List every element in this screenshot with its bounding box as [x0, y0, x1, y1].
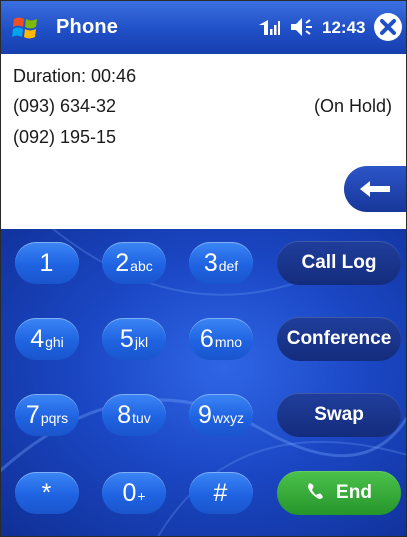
call-log-button[interactable]: Call Log [277, 241, 401, 285]
call-status-1: (On Hold) [313, 96, 392, 116]
call-duration: Duration: 00:46 [13, 66, 137, 86]
key-2[interactable]: 2abc [102, 242, 166, 284]
key-star[interactable]: * [15, 472, 79, 514]
key-6[interactable]: 6mno [189, 318, 253, 360]
signal-icon[interactable] [256, 15, 280, 39]
call-info-panel: Duration: 00:46 (093) 634-32 (On Hold) (… [1, 54, 406, 229]
call-number-1: (093) 634-32 [13, 96, 117, 116]
key-0[interactable]: 0+ [102, 472, 166, 514]
key-5[interactable]: 5jkl [102, 318, 166, 360]
key-8[interactable]: 8tuv [102, 394, 166, 436]
app-title: Phone [56, 16, 119, 38]
key-9[interactable]: 9wxyz [189, 394, 253, 436]
dial-keypad: 1 2abc 3def Call Log 4ghi 5jkl 6mno Conf… [1, 229, 406, 536]
title-bar: Phone 12:43 [1, 1, 406, 54]
back-arrow-icon [360, 181, 390, 197]
volume-icon[interactable] [289, 15, 315, 39]
call-number-2: (092) 195-15 [13, 127, 117, 147]
key-1[interactable]: 1 [15, 242, 79, 284]
phone-window: Phone 12:43 Duration: 00:46 (093) 634-32… [0, 0, 407, 537]
phone-handset-icon [308, 482, 324, 499]
swap-button[interactable]: Swap [277, 393, 401, 437]
end-call-label: End [336, 482, 372, 503]
backspace-button[interactable] [344, 166, 406, 212]
close-icon [380, 19, 396, 35]
close-button[interactable] [374, 13, 402, 41]
clock[interactable]: 12:43 [322, 18, 365, 38]
end-call-button[interactable]: End [277, 471, 401, 515]
conference-button[interactable]: Conference [277, 317, 401, 361]
key-3[interactable]: 3def [189, 242, 253, 284]
key-4[interactable]: 4ghi [15, 318, 79, 360]
key-7[interactable]: 7pqrs [15, 394, 79, 436]
windows-start-icon[interactable] [11, 13, 41, 43]
key-hash[interactable]: # [189, 472, 253, 514]
